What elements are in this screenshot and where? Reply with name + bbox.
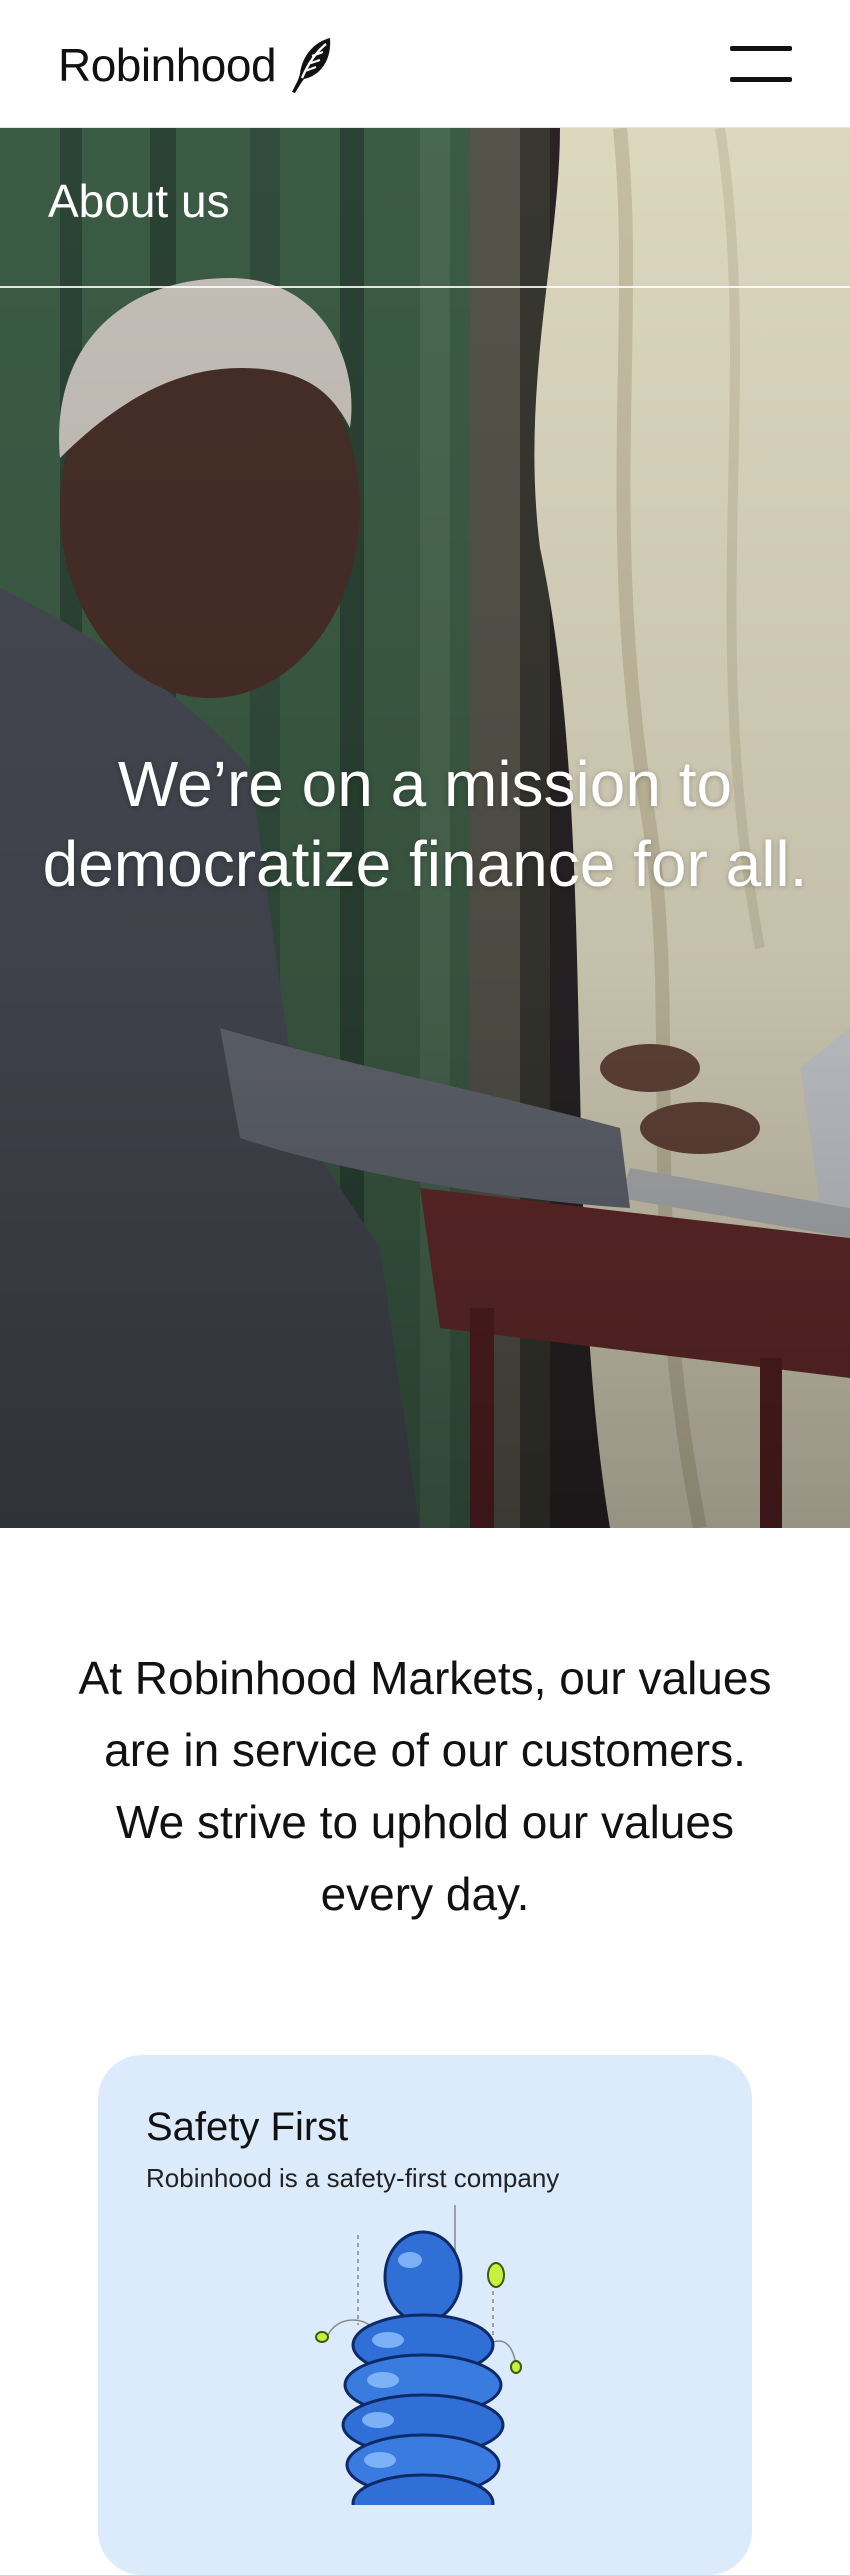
card-subtitle: Robinhood is a safety-first company (146, 2163, 560, 2193)
site-header: Robinhood (0, 0, 850, 128)
headline-line-1: We’re on a mission to (117, 748, 733, 820)
values-line-4: every day. (320, 1868, 530, 1920)
feather-icon (292, 38, 331, 93)
card-title: Safety First (146, 2105, 349, 2149)
hero-section: About us We’re on a mission to democrati… (0, 128, 850, 1528)
values-line-1: At Robinhood Markets, our values (78, 1652, 772, 1704)
about-us-link[interactable]: About us (48, 174, 230, 228)
hero-headline: We’re on a mission to democratize financ… (0, 744, 850, 904)
values-line-3: We strive to uphold our values (116, 1796, 734, 1848)
blue-character-illustration (315, 2205, 522, 2505)
brand-logo[interactable]: Robinhood (58, 30, 336, 100)
hamburger-menu-icon[interactable] (730, 46, 792, 82)
safety-first-card[interactable]: Safety First Robinhood is a safety-first… (98, 2055, 752, 2575)
about-nav-bar: About us (0, 128, 850, 288)
brand-name: Robinhood (58, 39, 277, 91)
headline-line-2: democratize finance for all. (42, 828, 808, 900)
values-statement: At Robinhood Markets, our values are in … (40, 1642, 810, 1930)
values-line-2: are in service of our customers. (104, 1724, 746, 1776)
